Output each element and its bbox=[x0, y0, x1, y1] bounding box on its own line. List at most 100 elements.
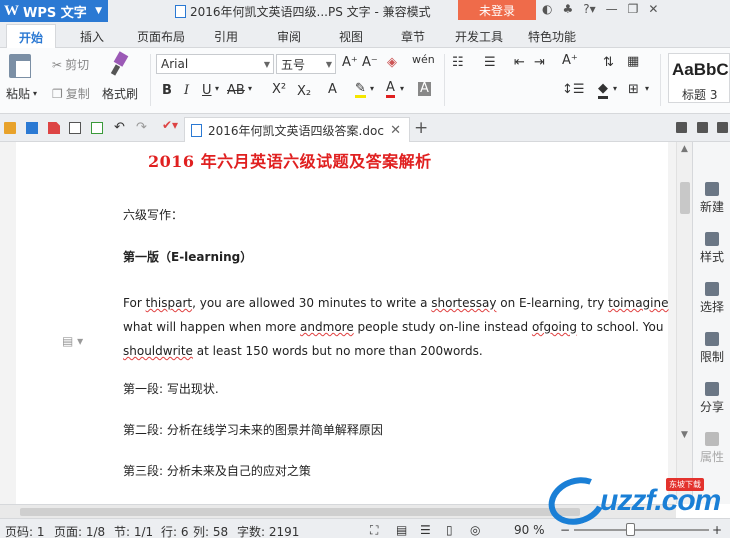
close-tab-icon[interactable]: ✕ bbox=[390, 123, 401, 138]
tab-start[interactable]: 开始 bbox=[6, 24, 57, 48]
minimize-icon[interactable]: — bbox=[606, 2, 618, 16]
restore-icon[interactable]: ❐ bbox=[628, 2, 639, 16]
strikethrough-dropdown-icon[interactable]: ▾ bbox=[248, 84, 252, 93]
bold-icon[interactable]: B bbox=[162, 83, 172, 98]
status-words[interactable]: 字数: 2191 bbox=[237, 523, 299, 538]
task-restrict[interactable]: 限制 bbox=[693, 332, 730, 365]
scroll-thumb[interactable] bbox=[680, 182, 690, 214]
line-spacing-icon[interactable]: ↕☰ bbox=[562, 82, 585, 97]
help-icon[interactable]: ?▾ bbox=[583, 2, 595, 16]
hscroll-thumb[interactable] bbox=[20, 508, 580, 516]
tab-insert[interactable]: 插入 bbox=[80, 28, 104, 45]
phonetic-icon[interactable]: wén bbox=[412, 53, 435, 66]
font-size-select[interactable]: 五号 ▼ bbox=[276, 54, 336, 74]
cut-button[interactable]: ✂ 剪切 bbox=[52, 56, 89, 73]
shirt-icon[interactable]: ♣ bbox=[562, 2, 573, 16]
clear-format-icon[interactable]: ◈ bbox=[387, 55, 397, 70]
font-color-dropdown-icon[interactable]: ▾ bbox=[400, 84, 404, 93]
fullscreen-icon[interactable]: ⛶ bbox=[370, 523, 378, 538]
outline-view-icon[interactable]: ☰ bbox=[420, 523, 431, 537]
document-canvas: 2016 年六月英语六级试题及答案解析 六级写作： 第一版（E-learning… bbox=[0, 142, 676, 504]
task-properties[interactable]: 属性 bbox=[693, 432, 730, 465]
sync-icon[interactable] bbox=[697, 122, 708, 133]
underline-dropdown-icon[interactable]: ▾ bbox=[215, 84, 219, 93]
char-shading-icon[interactable]: A bbox=[418, 82, 431, 96]
highlight-icon[interactable]: ✎ bbox=[355, 82, 366, 98]
task-new[interactable]: 新建 bbox=[693, 182, 730, 215]
panel-toggle-icon[interactable] bbox=[676, 122, 687, 133]
tab-view[interactable]: 视图 bbox=[339, 28, 363, 45]
close-icon[interactable]: ✕ bbox=[648, 2, 658, 16]
status-page-code[interactable]: 页码: 1 bbox=[5, 523, 45, 538]
tab-page-layout[interactable]: 页面布局 bbox=[137, 28, 185, 45]
status-page[interactable]: 页面: 1/8 bbox=[54, 523, 105, 538]
tab-chapter[interactable]: 章节 bbox=[401, 28, 425, 45]
document-page[interactable]: 2016 年六月英语六级试题及答案解析 六级写作： 第一版（E-learning… bbox=[16, 142, 669, 504]
grow-font-icon[interactable]: A⁺ bbox=[342, 55, 358, 70]
strikethrough-icon[interactable]: AB bbox=[227, 83, 245, 98]
shading-icon[interactable]: ◆ bbox=[598, 82, 608, 99]
new-tab-icon[interactable]: + bbox=[414, 118, 428, 138]
app-menu-button[interactable]: W WPS 文字 ▼ bbox=[0, 0, 108, 22]
paragraph-handle-icon[interactable]: ▤ ▾ bbox=[62, 334, 83, 348]
increase-indent-icon[interactable]: ⇥ bbox=[534, 55, 545, 70]
sort-icon[interactable]: ⇅ bbox=[603, 55, 614, 70]
style-preview: AaBbC bbox=[672, 60, 729, 79]
tab-review[interactable]: 审阅 bbox=[277, 28, 301, 45]
task-select[interactable]: 选择 bbox=[693, 282, 730, 315]
text-direction-icon[interactable]: A⁺ bbox=[562, 53, 578, 68]
font-name-select[interactable]: Arial ▼ bbox=[156, 54, 274, 74]
style-gallery-item[interactable]: AaBbC 标题 3 bbox=[668, 53, 730, 103]
title-bar: W WPS 文字 ▼ 2016年何凯文英语四级...PS 文字 - 兼容模式 未… bbox=[0, 0, 730, 22]
collapse-ribbon-icon[interactable] bbox=[717, 122, 728, 133]
highlight-dropdown-icon[interactable]: ▾ bbox=[370, 84, 374, 93]
paste-icon[interactable] bbox=[9, 54, 31, 78]
zoom-level[interactable]: 90 % bbox=[514, 523, 545, 537]
zoom-slider[interactable] bbox=[574, 529, 709, 531]
menu-bar: 开始 插入 页面布局 引用 审阅 视图 章节 开发工具 特色功能 bbox=[0, 22, 730, 48]
copy-button[interactable]: ❐ 复制 bbox=[52, 85, 90, 102]
login-button[interactable]: 未登录 bbox=[458, 0, 536, 20]
numbered-list-icon[interactable]: ☰ bbox=[484, 55, 496, 70]
shrink-font-icon[interactable]: A⁻ bbox=[362, 55, 378, 70]
page-view-icon[interactable]: ▤ bbox=[396, 523, 407, 537]
pdf-icon[interactable] bbox=[48, 122, 60, 134]
redo-icon[interactable]: ↷ bbox=[136, 120, 147, 135]
task-style[interactable]: 样式 bbox=[693, 232, 730, 265]
paste-button[interactable]: 粘贴 ▾ bbox=[6, 85, 37, 102]
body-line-3: shouldwrite at least 150 words but no mo… bbox=[123, 344, 483, 358]
tab-references[interactable]: 引用 bbox=[214, 28, 238, 45]
properties-icon bbox=[705, 432, 719, 446]
format-painter-button[interactable]: 格式刷 bbox=[102, 85, 138, 102]
skin-icon[interactable]: ◐ bbox=[542, 2, 552, 16]
document-tab[interactable]: 2016年何凯文英语四级答案.doc ✕ bbox=[184, 117, 410, 142]
decrease-indent-icon[interactable]: ⇤ bbox=[514, 55, 525, 70]
undo-icon[interactable]: ↶ bbox=[114, 120, 125, 135]
task-share[interactable]: 分享 bbox=[693, 382, 730, 415]
tab-features[interactable]: 特色功能 bbox=[528, 28, 576, 45]
text-effect-icon[interactable]: A bbox=[328, 82, 337, 97]
scroll-up-icon[interactable]: ▲ bbox=[681, 144, 688, 154]
scroll-down-icon[interactable]: ▼ bbox=[681, 430, 688, 440]
subscript-icon[interactable]: X₂ bbox=[297, 84, 311, 99]
font-color-icon[interactable]: A bbox=[386, 80, 395, 98]
format-painter-icon[interactable] bbox=[110, 53, 130, 77]
vertical-scrollbar[interactable]: ▲ ▼ bbox=[676, 142, 692, 504]
italic-icon[interactable]: I bbox=[184, 83, 189, 98]
bullet-list-icon[interactable]: ☷ bbox=[452, 55, 464, 70]
table-icon[interactable]: ▦ bbox=[627, 54, 639, 69]
tab-developer[interactable]: 开发工具 bbox=[455, 28, 503, 45]
web-view-icon[interactable]: ◎ bbox=[470, 523, 480, 537]
customize-icon[interactable]: ✔▾ bbox=[162, 118, 178, 132]
border-icon[interactable]: ⊞ bbox=[628, 82, 639, 97]
save-icon[interactable] bbox=[26, 122, 38, 134]
print-preview-icon[interactable] bbox=[91, 122, 103, 134]
superscript-icon[interactable]: X² bbox=[272, 82, 286, 97]
border-dropdown-icon[interactable]: ▾ bbox=[645, 84, 649, 93]
open-icon[interactable] bbox=[4, 122, 16, 134]
underline-icon[interactable]: U bbox=[202, 83, 212, 98]
print-icon[interactable] bbox=[69, 122, 81, 134]
shading-dropdown-icon[interactable]: ▾ bbox=[613, 84, 617, 93]
quick-access-bar: ↶ ↷ ✔▾ 2016年何凯文英语四级答案.doc ✕ + bbox=[0, 114, 730, 142]
reading-view-icon[interactable]: ▯ bbox=[446, 523, 453, 537]
